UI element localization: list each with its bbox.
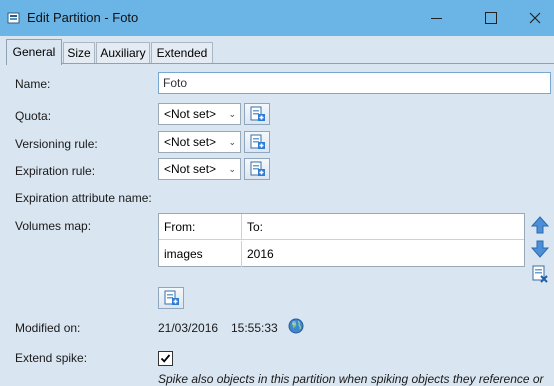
add-quota-button[interactable]	[244, 103, 270, 125]
extend-spike-description: Spike also objects in this partition whe…	[158, 372, 544, 386]
table-header: From: To:	[159, 214, 524, 240]
extend-spike-checkbox[interactable]	[158, 351, 173, 366]
remove-row-button[interactable]	[530, 264, 550, 284]
quota-label: Quota:	[15, 109, 52, 123]
tab-extended[interactable]: Extended	[151, 42, 213, 64]
chevron-down-icon: ⌄	[228, 109, 236, 119]
partition-edit-icon	[7, 11, 21, 25]
add-document-icon	[250, 106, 265, 121]
maximize-button[interactable]	[468, 0, 514, 36]
window-title: Edit Partition - Foto	[27, 10, 139, 25]
chevron-down-icon: ⌄	[228, 164, 236, 174]
quota-select[interactable]: <Not set> ⌄	[158, 103, 241, 125]
close-icon	[529, 12, 541, 24]
expiration-rule-select[interactable]: <Not set> ⌄	[158, 158, 241, 180]
add-versioning-rule-button[interactable]	[244, 131, 270, 153]
tab-auxiliary[interactable]: Auxiliary	[96, 42, 150, 64]
add-document-icon	[164, 290, 179, 305]
column-header-from[interactable]: From:	[159, 214, 242, 240]
name-input[interactable]	[158, 72, 551, 94]
tab-panel-border	[6, 63, 554, 64]
volumes-map-table[interactable]: From: To: images 2016	[158, 213, 525, 267]
versioning-rule-select[interactable]: <Not set> ⌄	[158, 131, 241, 153]
volumes-map-label: Volumes map:	[15, 219, 92, 233]
table-cell-from[interactable]: images	[159, 241, 242, 267]
add-document-icon	[250, 161, 265, 176]
table-row[interactable]: images 2016	[159, 241, 524, 267]
expiration-attribute-label: Expiration attribute name:	[15, 191, 152, 205]
minimize-button[interactable]	[414, 0, 460, 36]
move-up-button[interactable]	[530, 215, 550, 235]
table-cell-to[interactable]: 2016	[242, 241, 524, 267]
modified-time: 15:55:33	[231, 321, 278, 335]
title-bar: Edit Partition - Foto	[0, 0, 554, 36]
add-document-icon	[250, 134, 265, 149]
modified-date: 21/03/2016	[158, 321, 219, 335]
tab-strip: General Size Auxiliary Extended	[0, 36, 554, 65]
versioning-rule-label: Versioning rule:	[15, 137, 98, 151]
versioning-rule-select-value: <Not set>	[164, 135, 217, 149]
delete-document-icon	[532, 265, 548, 283]
tab-general[interactable]: General	[6, 39, 62, 65]
tab-size[interactable]: Size	[63, 42, 95, 64]
move-down-button[interactable]	[530, 239, 550, 259]
chevron-down-icon: ⌄	[228, 137, 236, 147]
checkmark-icon	[160, 354, 171, 363]
expiration-rule-select-value: <Not set>	[164, 162, 217, 176]
name-label: Name:	[15, 77, 51, 91]
expiration-rule-label: Expiration rule:	[15, 164, 96, 178]
add-expiration-rule-button[interactable]	[244, 158, 270, 180]
globe-icon[interactable]	[288, 318, 304, 334]
arrow-down-icon	[530, 240, 550, 258]
add-volume-mapping-button[interactable]	[158, 287, 184, 309]
column-header-to[interactable]: To:	[242, 214, 524, 240]
close-button[interactable]	[512, 0, 554, 36]
arrow-up-icon	[530, 216, 550, 234]
extend-spike-label: Extend spike:	[15, 351, 88, 365]
modified-on-label: Modified on:	[15, 321, 81, 335]
quota-select-value: <Not set>	[164, 107, 217, 121]
